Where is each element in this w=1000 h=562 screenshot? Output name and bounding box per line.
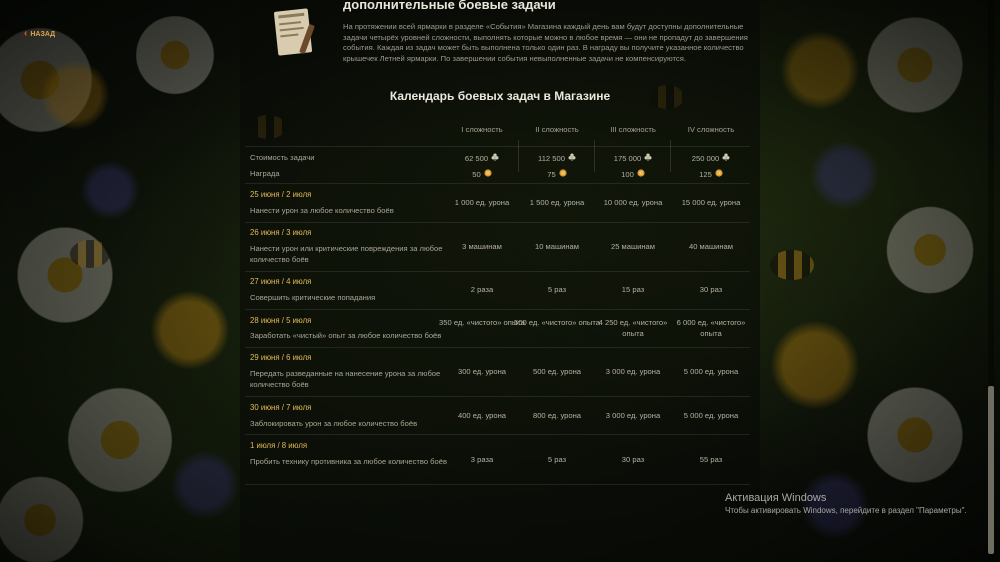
column-header: IV сложность	[687, 125, 735, 134]
reward-value: 125	[699, 169, 712, 179]
task-description: Заблокировать урон за любое количество б…	[250, 419, 418, 428]
task-value: 15 раз	[621, 285, 645, 294]
activation-subtitle: Чтобы активировать Windows, перейдите в …	[725, 506, 967, 515]
row-separator	[245, 183, 750, 184]
clover-icon	[644, 153, 652, 165]
task-value: 3 000 ед. урона	[605, 411, 661, 420]
task-value: 55 раз	[699, 455, 723, 464]
row-separator	[245, 222, 750, 223]
cost-value: 250 000	[691, 153, 720, 163]
cost-cell: 250 000	[666, 153, 756, 165]
task-date: 25 июня / 2 июля	[250, 190, 312, 199]
cost-cell: 175 000	[588, 153, 678, 165]
reward-value: 50	[472, 169, 481, 179]
row-separator	[245, 434, 750, 435]
task-description: Совершить критические попадания	[250, 293, 376, 302]
cost-label: Стоимость задачи	[250, 153, 315, 162]
back-label: НАЗАД	[30, 30, 56, 38]
task-date: 30 июня / 7 июля	[250, 403, 312, 412]
calendar-title: Календарь боевых задач в Магазине	[389, 89, 611, 103]
clover-icon	[568, 153, 576, 165]
task-description: Заработать «чистый» опыт за любое количе…	[250, 331, 442, 340]
task-date: 27 июня / 4 июля	[250, 277, 312, 286]
row-separator	[245, 484, 750, 485]
reward-value: 75	[547, 169, 556, 179]
task-date: 26 июня / 3 июля	[250, 228, 312, 237]
task-date: 29 июня / 6 июля	[250, 353, 312, 362]
task-value: 10 000 ед. урона	[603, 198, 663, 207]
task-value: 3 000 ед. урона	[605, 367, 661, 376]
task-value: 5 000 ед. урона	[683, 367, 739, 376]
task-description: Передать разведанные на нанесение урона …	[250, 369, 441, 389]
task-date: 1 июля / 8 июля	[250, 441, 308, 450]
section-title: дополнительные боевые задачи	[343, 0, 556, 12]
row-separator	[245, 347, 750, 348]
column-header: III сложность	[610, 125, 656, 134]
row-separator	[245, 309, 750, 310]
cap-icon	[484, 169, 492, 181]
task-value: 40 машинам	[689, 242, 733, 251]
task-value: 30 раз	[621, 455, 645, 464]
tasks-illustration	[268, 4, 322, 60]
scrollbar-thumb[interactable]	[988, 386, 994, 554]
task-description: Нанести урон за любое количество боёв	[250, 206, 394, 215]
reward-value: 100	[621, 169, 634, 179]
cost-value: 112 500	[538, 153, 565, 163]
cost-value: 175 000	[613, 153, 642, 163]
reward-cell: 125	[666, 169, 756, 181]
cost-value: 62 500	[464, 153, 489, 163]
intro-text: На протяжении всей ярмарки в разделе «Со…	[343, 22, 748, 63]
cap-icon	[637, 169, 645, 181]
task-date: 28 июня / 5 июля	[250, 316, 312, 325]
row-separator	[245, 271, 750, 272]
task-value: 30 раз	[699, 285, 723, 294]
reward-cell: 100	[588, 169, 678, 181]
content-panel	[240, 0, 760, 562]
chevron-left-icon: ‹	[24, 28, 28, 39]
task-description: Нанести урон или критические повреждения…	[250, 244, 443, 264]
row-separator	[245, 396, 750, 397]
windows-activation-watermark: Активация Windows Чтобы активировать Win…	[725, 492, 967, 515]
task-value: 4 250 ед. «чистого» опыта	[598, 318, 668, 338]
task-value: 5 000 ед. урона	[683, 411, 739, 420]
clover-icon	[722, 153, 730, 165]
back-button[interactable]: ‹ НАЗАД	[24, 29, 55, 39]
reward-label: Награда	[250, 169, 280, 178]
cap-icon	[559, 169, 567, 181]
task-value: 25 машинам	[611, 242, 655, 251]
clover-icon	[491, 153, 499, 165]
cap-icon	[715, 169, 723, 181]
task-description: Пробить технику противника за любое коли…	[250, 457, 447, 466]
task-value: 6 000 ед. «чистого» опыта	[676, 318, 746, 338]
task-value: 15 000 ед. урона	[681, 198, 741, 207]
activation-title: Активация Windows	[725, 492, 827, 504]
row-separator	[245, 146, 750, 147]
